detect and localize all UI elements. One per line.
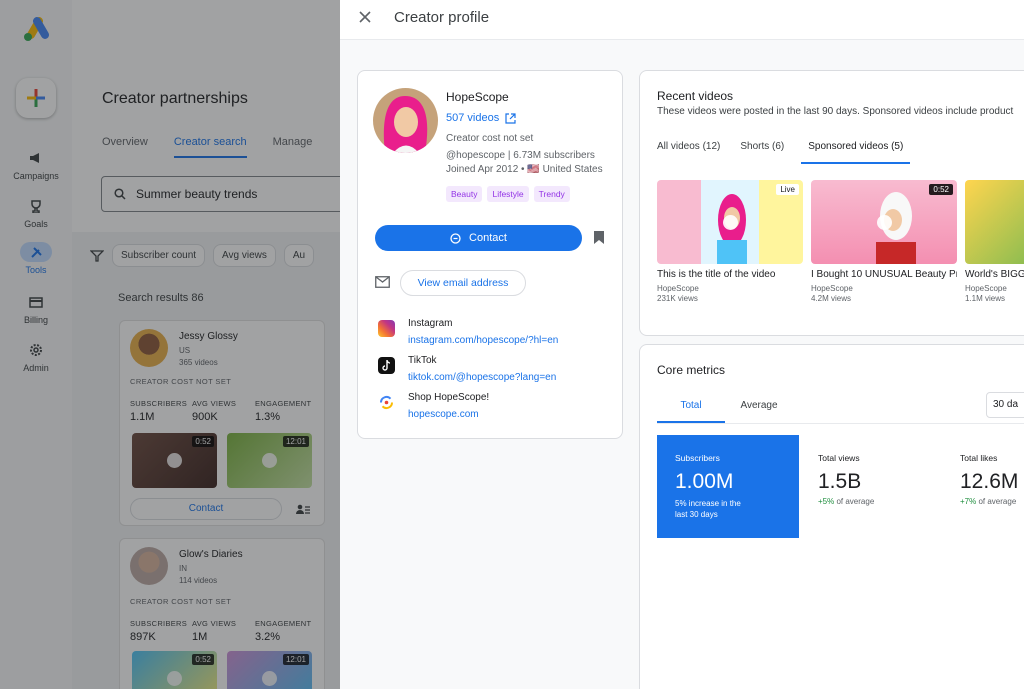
contact-button[interactable]: Contact — [375, 225, 582, 251]
metric-note: +7% of average — [960, 497, 1018, 506]
video-title: I Bought 10 UNUSUAL Beauty Products — [811, 269, 957, 280]
metric-note: +5% of average — [818, 497, 874, 506]
avatar — [373, 88, 438, 153]
creator-profile-panel: Creator profile HopeScope 507 videos Cre… — [340, 0, 1024, 689]
creator-tags: Beauty Lifestyle Trendy — [446, 186, 570, 202]
open-in-new-icon — [505, 112, 516, 124]
tag-chip: Lifestyle — [487, 186, 529, 202]
panel-header: Creator profile — [340, 0, 1024, 40]
video-views: 4.2M views — [811, 294, 852, 303]
metric-note: 5% increase in the last 30 days — [675, 499, 741, 519]
metric-total-likes[interactable]: Total likes 12.6M +7% of average — [960, 453, 1018, 506]
metric-label: Total views — [818, 453, 860, 463]
instagram-icon — [378, 320, 395, 337]
tag-chip: Trendy — [533, 186, 570, 202]
video-item[interactable]: World's BIGGEST HopeScope 1.1M views — [965, 180, 1024, 303]
section-description: These videos were posted in the last 90 … — [657, 106, 1014, 117]
core-metrics-card: Core metrics Total Average 30 da Subscri… — [639, 344, 1024, 689]
video-title: This is the title of the video — [657, 269, 776, 280]
social-title: Shop HopeScope! — [408, 392, 490, 403]
video-channel: HopeScope — [811, 284, 853, 293]
metric-change: +7% — [960, 497, 977, 506]
video-views: 1.1M views — [965, 294, 1006, 303]
video-item[interactable]: Live This is the title of the video Hope… — [657, 180, 803, 303]
video-tabs: All videos (12) Shorts (6) Sponsored vid… — [657, 139, 930, 164]
video-count-link[interactable]: 507 videos — [446, 112, 516, 124]
video-count: 507 videos — [446, 112, 500, 124]
section-title: Recent videos — [657, 89, 734, 103]
social-link[interactable]: tiktok.com/@hopescope?lang=en — [408, 372, 556, 383]
metric-value: 1.00M — [675, 470, 734, 493]
metric-label: Subscribers — [675, 453, 720, 463]
close-icon[interactable] — [357, 9, 373, 25]
creator-joined: Joined Apr 2012 • 🇺🇸 United States — [446, 164, 603, 175]
live-badge: Live — [776, 184, 799, 195]
video-channel: HopeScope — [657, 284, 699, 293]
profile-card: HopeScope 507 videos Creator cost not se… — [357, 70, 623, 439]
video-thumbnail: 0:52 — [811, 180, 957, 264]
tab-total[interactable]: Total — [657, 400, 725, 423]
panel-title: Creator profile — [394, 9, 490, 26]
video-views: 231K views — [657, 294, 698, 303]
tab-all-videos[interactable]: All videos (12) — [657, 139, 720, 164]
mail-icon — [375, 276, 390, 288]
shop-icon — [378, 394, 395, 411]
metric-change: +5% — [818, 497, 835, 506]
divider — [657, 423, 1024, 424]
metric-total-views[interactable]: Total views 1.5B +5% of average — [818, 453, 874, 506]
creator-cost: Creator cost not set — [446, 133, 534, 144]
creator-name: HopeScope — [446, 90, 509, 104]
tab-average[interactable]: Average — [725, 400, 793, 423]
social-title: TikTok — [408, 355, 437, 366]
video-title: World's BIGGEST — [965, 269, 1024, 280]
social-link[interactable]: instagram.com/hopescope/?hl=en — [408, 335, 558, 346]
modal-scrim[interactable] — [0, 0, 340, 689]
metric-label: Total likes — [960, 453, 998, 463]
play-icon — [723, 215, 738, 230]
bookmark-icon[interactable] — [594, 231, 604, 244]
section-title: Core metrics — [657, 363, 726, 377]
duration-badge: 0:52 — [929, 184, 953, 195]
view-email-button[interactable]: View email address — [400, 270, 526, 296]
video-item[interactable]: 0:52 I Bought 10 UNUSUAL Beauty Products… — [811, 180, 957, 303]
metric-value: 1.5B — [818, 470, 862, 493]
chat-icon — [450, 232, 461, 244]
tag-chip: Beauty — [446, 186, 483, 202]
metric-value: 12.6M — [960, 470, 1019, 493]
metric-subscribers[interactable]: Subscribers 1.00M 5% increase in the las… — [657, 435, 799, 538]
social-title: Instagram — [408, 318, 453, 329]
recent-videos-card: Recent videos These videos were posted i… — [639, 70, 1024, 336]
play-icon — [877, 215, 892, 230]
creator-handle: @hopescope | 6.73M subscribers — [446, 150, 595, 161]
social-link[interactable]: hopescope.com — [408, 409, 479, 420]
video-channel: HopeScope — [965, 284, 1007, 293]
metric-note-text: of average — [976, 497, 1017, 506]
tab-shorts[interactable]: Shorts (6) — [740, 139, 784, 164]
contact-label: Contact — [469, 232, 507, 244]
video-thumbnail — [965, 180, 1024, 264]
video-thumbnail: Live — [657, 180, 803, 264]
metric-note-text: of average — [834, 497, 875, 506]
date-range-select[interactable]: 30 da — [986, 392, 1024, 418]
metrics-tabs: Total Average — [657, 400, 793, 423]
tab-sponsored-videos[interactable]: Sponsored videos (5) — [801, 139, 911, 164]
tiktok-icon — [378, 357, 395, 374]
